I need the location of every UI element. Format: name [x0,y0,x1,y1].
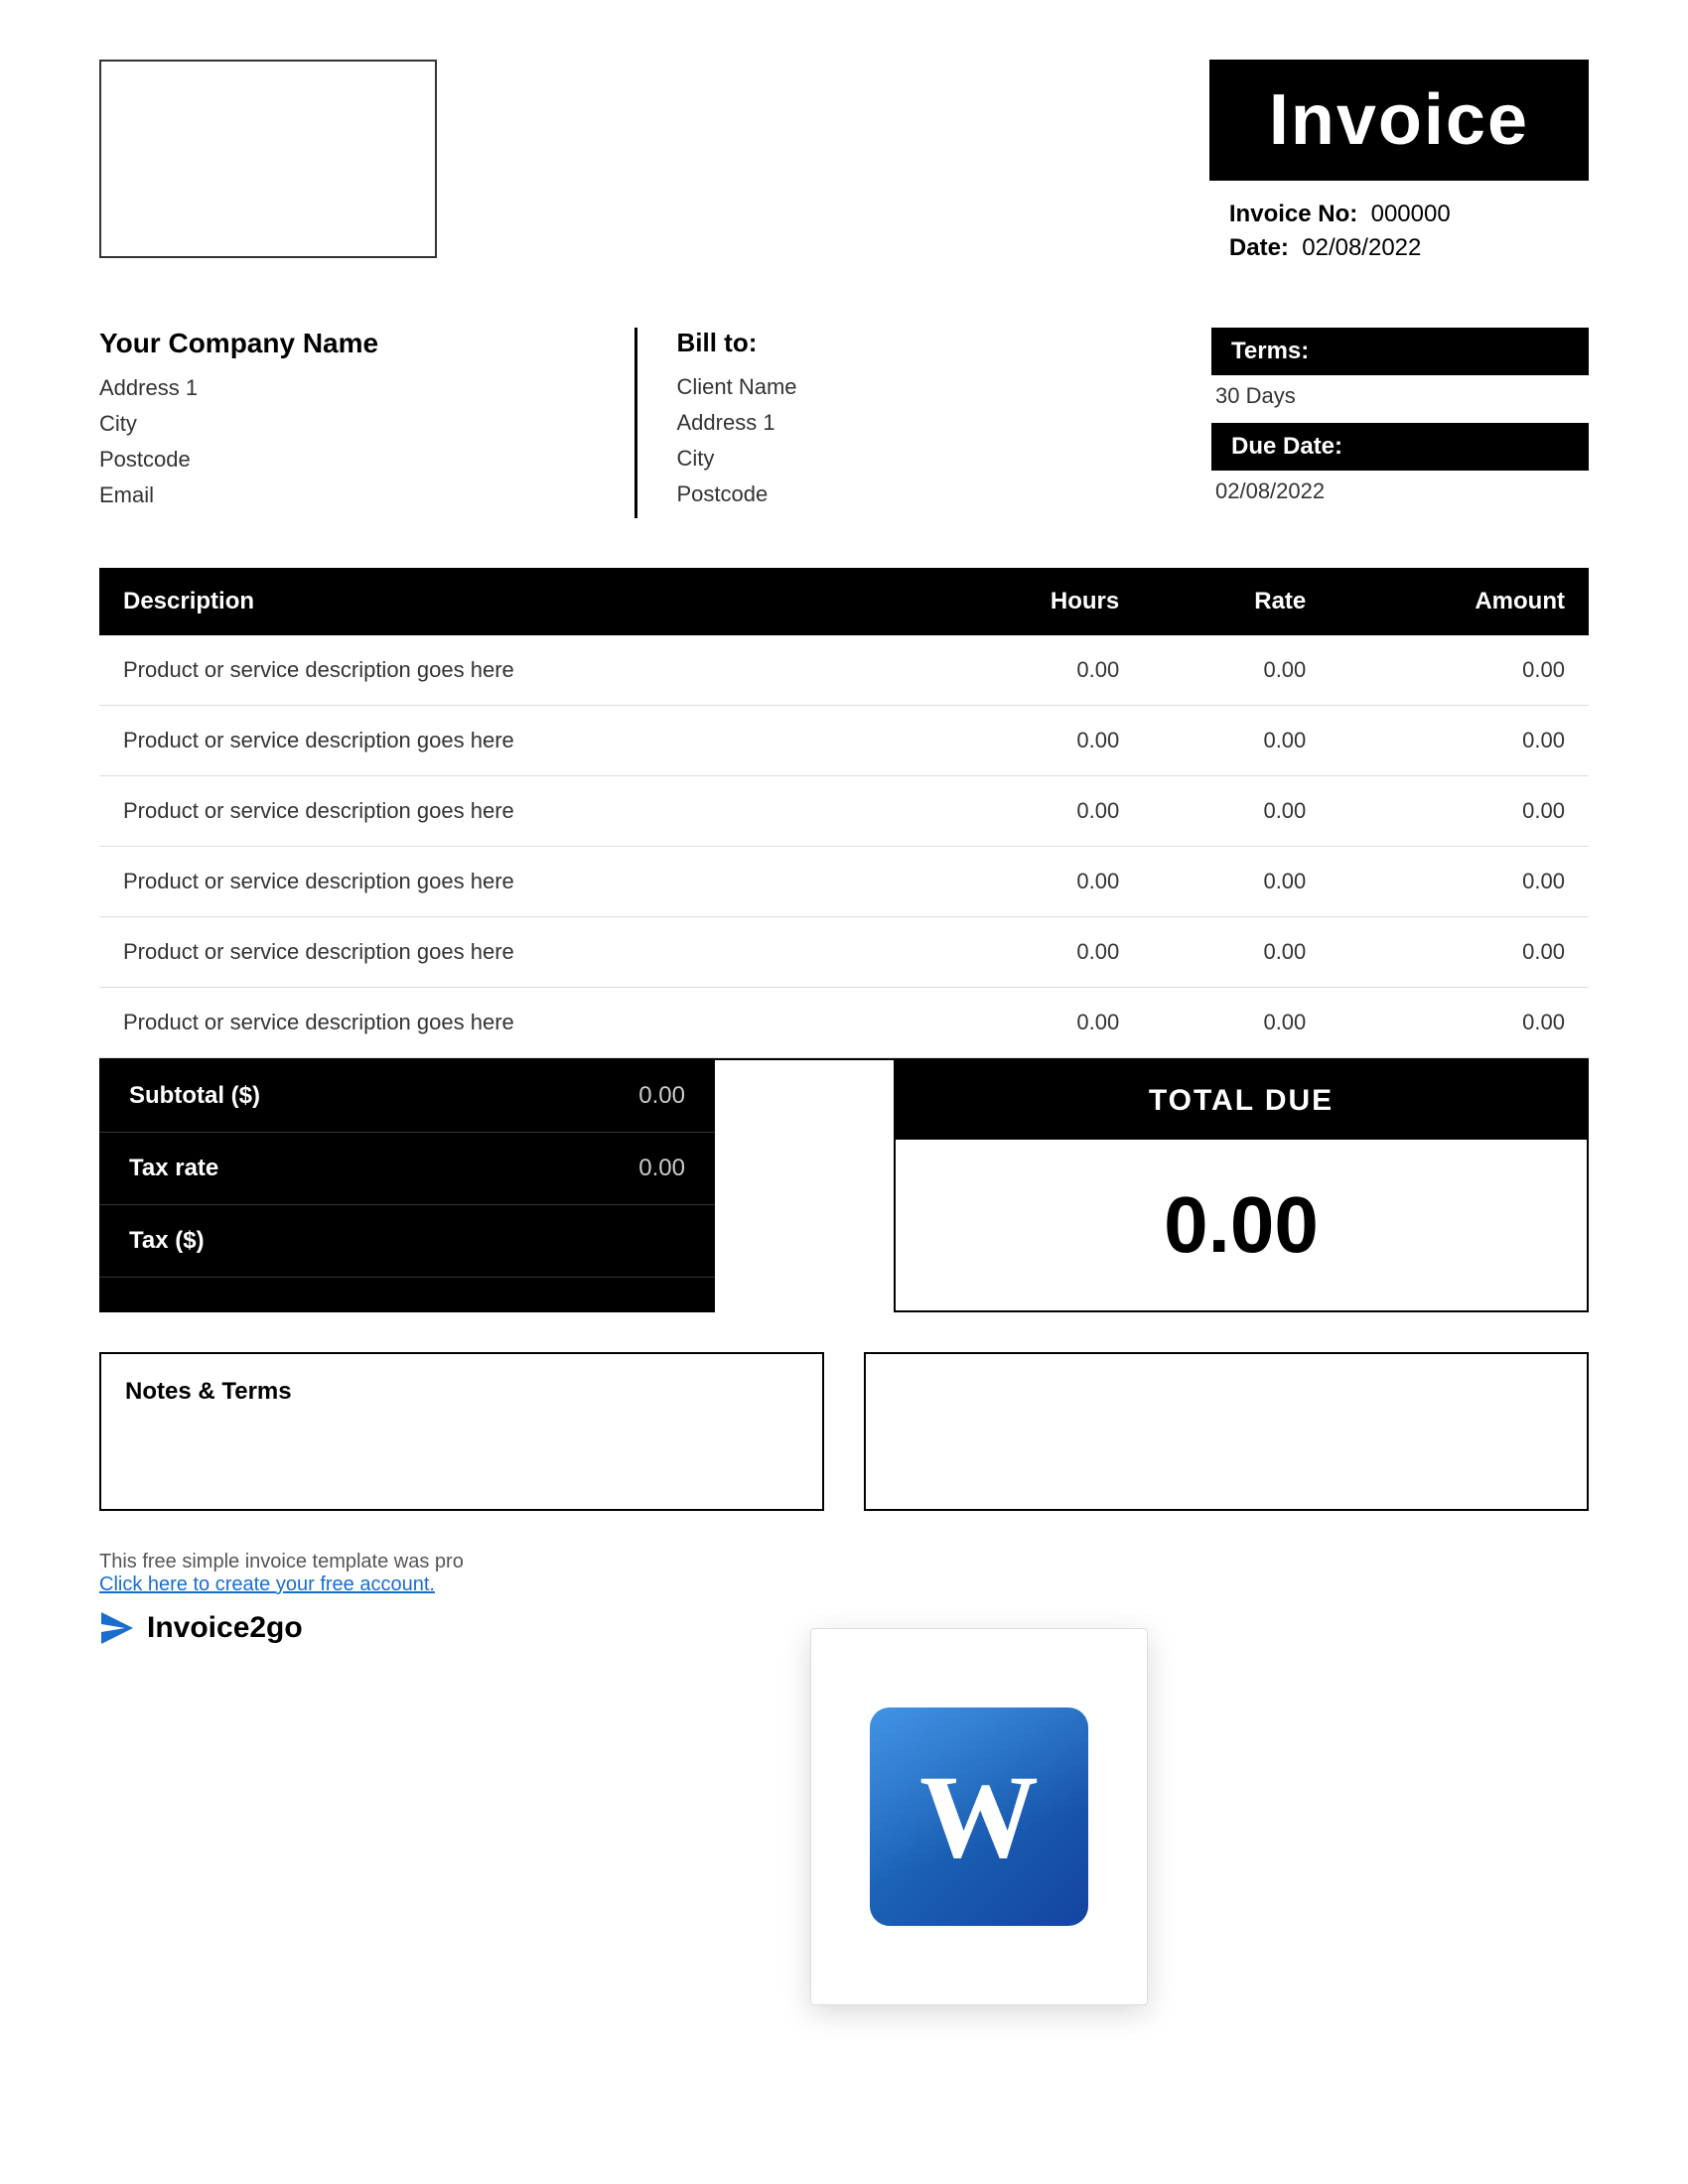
paper-plane-icon [99,1610,135,1646]
notes-section: Notes & Terms [99,1352,1589,1511]
header: Invoice Invoice No: 000000 Date: 02/08/2… [99,60,1589,268]
table-header: Description Hours Rate Amount [99,568,1589,635]
invoice-right: Invoice Invoice No: 000000 Date: 02/08/2… [1209,60,1589,268]
client-name: Client Name [677,374,1173,400]
row-rate: 0.00 [1143,706,1330,776]
client-address1: Address 1 [677,410,1173,436]
link-line: Click here to create your free account. [99,1573,1589,1596]
notes-box: Notes & Terms [99,1352,824,1511]
total-due-label: TOTAL DUE [896,1062,1587,1140]
invoice-title-box: Invoice [1209,60,1589,181]
row-description: Product or service description goes here [99,635,924,706]
from-postcode: Postcode [99,447,595,473]
total-due-value: 0.00 [896,1140,1587,1310]
logo-placeholder [99,60,437,258]
subtotal-value: 0.00 [638,1082,685,1110]
notes-title: Notes & Terms [125,1378,798,1406]
invoice-table: Description Hours Rate Amount Product or… [99,568,1589,1058]
row-amount: 0.00 [1330,988,1589,1058]
row-amount: 0.00 [1330,847,1589,917]
row-description: Product or service description goes here [99,706,924,776]
table-body: Product or service description goes here… [99,635,1589,1058]
from-address: Your Company Name Address 1 City Postcod… [99,328,637,518]
from-address1: Address 1 [99,375,595,401]
row-hours: 0.00 [924,988,1144,1058]
terms-label: Terms: [1211,328,1589,375]
tax-rate-row: Tax rate 0.00 [99,1133,715,1205]
subtotal-row: Subtotal ($) 0.00 [99,1060,715,1133]
invoice-no-value: 000000 [1371,201,1451,227]
row-hours: 0.00 [924,776,1144,847]
terms-value: 30 Days [1211,383,1589,409]
row-description: Product or service description goes here [99,917,924,988]
col-rate: Rate [1143,568,1330,635]
row-hours: 0.00 [924,917,1144,988]
row-hours: 0.00 [924,847,1144,917]
invoice-date-value: 02/08/2022 [1302,234,1421,261]
from-email: Email [99,482,595,508]
company-name: Your Company Name [99,328,595,359]
table-row: Product or service description goes here… [99,635,1589,706]
invoice-number-line: Invoice No: 000000 [1229,201,1589,228]
row-rate: 0.00 [1143,917,1330,988]
due-date-label: Due Date: [1211,423,1589,471]
promo-text: This free simple invoice template was pr… [99,1551,1589,1573]
row-rate: 0.00 [1143,847,1330,917]
tax-rate-label: Tax rate [129,1155,218,1182]
row-amount: 0.00 [1330,917,1589,988]
due-date-value: 02/08/2022 [1211,478,1589,504]
invoice-no-label: Invoice No: [1229,201,1357,227]
invoice-date-label: Date: [1229,234,1289,261]
row-description: Product or service description goes here [99,776,924,847]
invoice-date-line: Date: 02/08/2022 [1229,234,1589,262]
tax-row: Tax ($) [99,1205,715,1278]
tax-label: Tax ($) [129,1227,205,1255]
brand-name: Invoice2go [147,1611,303,1645]
col-hours: Hours [924,568,1144,635]
table-row: Product or service description goes here… [99,988,1589,1058]
row-amount: 0.00 [1330,776,1589,847]
terms-box: Terms: 30 Days Due Date: 02/08/2022 [1211,328,1589,518]
address-section: Your Company Name Address 1 City Postcod… [99,328,1589,518]
table-row: Product or service description goes here… [99,917,1589,988]
word-icon-overlay: W [810,1628,1148,2005]
row-rate: 0.00 [1143,988,1330,1058]
table-row: Product or service description goes here… [99,847,1589,917]
row-description: Product or service description goes here [99,988,924,1058]
terms-notes-box [864,1352,1589,1511]
row-amount: 0.00 [1330,635,1589,706]
invoice-title: Invoice [1269,79,1529,161]
row-rate: 0.00 [1143,776,1330,847]
subtotal-label: Subtotal ($) [129,1082,260,1110]
subtotal-box: Subtotal ($) 0.00 Tax rate 0.00 Tax ($) [99,1060,715,1312]
row-rate: 0.00 [1143,635,1330,706]
row-hours: 0.00 [924,706,1144,776]
row-amount: 0.00 [1330,706,1589,776]
col-amount: Amount [1330,568,1589,635]
word-app-icon: W [870,1707,1088,1926]
create-account-link[interactable]: Click here to create your free account. [99,1573,435,1595]
tax-rate-value: 0.00 [638,1155,685,1182]
word-w-letter: W [919,1757,1039,1876]
total-due-box: TOTAL DUE 0.00 [894,1060,1589,1312]
invoice-page: Invoice Invoice No: 000000 Date: 02/08/2… [0,0,1688,2184]
bill-to-label: Bill to: [677,328,1173,358]
row-description: Product or service description goes here [99,847,924,917]
row-hours: 0.00 [924,635,1144,706]
client-postcode: Postcode [677,481,1173,507]
totals-section: Subtotal ($) 0.00 Tax rate 0.00 Tax ($) … [99,1058,1589,1312]
col-description: Description [99,568,924,635]
client-city: City [677,446,1173,472]
from-city: City [99,411,595,437]
bill-to: Bill to: Client Name Address 1 City Post… [637,328,1212,518]
table-row: Product or service description goes here… [99,776,1589,847]
invoice-meta: Invoice No: 000000 Date: 02/08/2022 [1209,201,1589,262]
table-row: Product or service description goes here… [99,706,1589,776]
